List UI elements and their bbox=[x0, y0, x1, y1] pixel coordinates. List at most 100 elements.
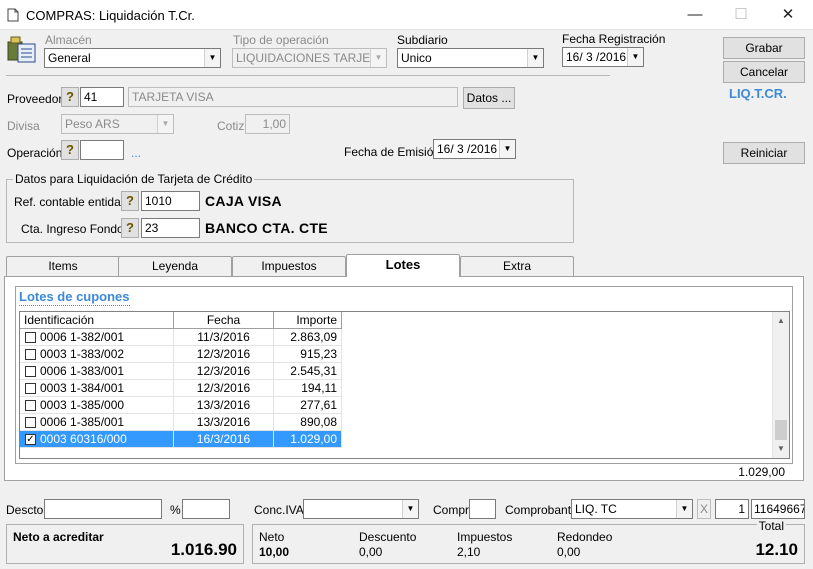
divisa-select[interactable]: Peso ARS ▼ bbox=[61, 114, 174, 134]
lotes-box: Lotes de cupones Identificación Fecha Im… bbox=[15, 286, 793, 464]
divisa-label: Divisa bbox=[7, 119, 40, 133]
cell-fecha: 12/3/2016 bbox=[174, 346, 274, 363]
cell-identificacion: 0006 1-382/001 bbox=[20, 329, 174, 346]
lotes-grid[interactable]: Identificación Fecha Importe 0006 1-382/… bbox=[19, 311, 790, 459]
proveedor-name-field: TARJETA VISA bbox=[128, 87, 458, 107]
operacion-input[interactable] bbox=[80, 140, 124, 160]
cotiz-input[interactable]: 1,00 bbox=[245, 114, 290, 134]
reiniciar-button[interactable]: Reiniciar bbox=[723, 142, 805, 164]
percent-input[interactable] bbox=[182, 499, 230, 519]
cell-fecha: 11/3/2016 bbox=[174, 329, 274, 346]
cell-fecha: 16/3/2016 bbox=[174, 431, 274, 448]
almacen-select[interactable]: General ▼ bbox=[44, 48, 221, 68]
descto-input[interactable] bbox=[44, 499, 162, 519]
row-checkbox[interactable] bbox=[25, 417, 36, 428]
tipo-operacion-value: LIQUIDACIONES TARJETA bbox=[236, 51, 385, 65]
fecha-emision-picker[interactable]: 16/ 3 /2016 ▼ bbox=[433, 139, 516, 159]
subdiario-select[interactable]: Unico ▼ bbox=[397, 48, 544, 68]
cta-ingreso-code-input[interactable]: 23 bbox=[141, 218, 200, 238]
lotes-vertical-scrollbar[interactable]: ▲ ▼ bbox=[772, 312, 789, 458]
total-value: 12.10 bbox=[755, 540, 798, 559]
cell-identificacion: ✓ 0003 60316/000 bbox=[20, 431, 174, 448]
ref-contable-code-input[interactable]: 1010 bbox=[141, 191, 200, 211]
grabar-button[interactable]: Grabar bbox=[723, 37, 805, 59]
punto-venta-input[interactable]: 1 bbox=[715, 499, 749, 519]
row-checkbox[interactable] bbox=[25, 349, 36, 360]
cell-importe: 915,23 bbox=[274, 346, 342, 363]
neto-acreditar-box: Neto a acreditar 1.016.90 bbox=[6, 524, 244, 564]
comprobante-letter[interactable]: X bbox=[697, 499, 711, 519]
row-checkbox[interactable]: ✓ bbox=[25, 434, 36, 445]
percent-label: % bbox=[170, 503, 181, 517]
total-label: Total bbox=[756, 519, 786, 533]
table-row[interactable]: ✓ 0003 60316/000 16/3/2016 1.029,00 bbox=[20, 431, 342, 448]
cancelar-button[interactable]: Cancelar bbox=[723, 61, 805, 83]
minimize-button[interactable]: — bbox=[680, 4, 710, 26]
chevron-down-icon: ▼ bbox=[499, 140, 515, 158]
divisa-value: Peso ARS bbox=[65, 117, 120, 131]
descuento-label: Descuento bbox=[359, 530, 417, 544]
table-row[interactable]: 0003 1-384/001 12/3/2016 194,11 bbox=[20, 380, 342, 397]
chevron-down-icon: ▼ bbox=[370, 49, 386, 67]
close-button[interactable]: ✕ bbox=[773, 4, 803, 26]
scroll-down-icon[interactable]: ▼ bbox=[773, 441, 789, 457]
neto-value: 10,00 bbox=[259, 545, 290, 559]
comprobante-select[interactable]: LIQ. TC ▼ bbox=[571, 499, 693, 519]
table-row[interactable]: 0006 1-382/001 11/3/2016 2.863,09 bbox=[20, 329, 342, 346]
row-checkbox[interactable] bbox=[25, 366, 36, 377]
tab-lotes[interactable]: Lotes bbox=[346, 254, 460, 277]
descuento-value: 0,00 bbox=[359, 545, 383, 559]
operacion-lookup-key-icon[interactable]: ? bbox=[61, 140, 79, 160]
comprobante-value: LIQ. TC bbox=[575, 502, 617, 516]
fecha-registracion-label: Fecha Registración bbox=[562, 32, 666, 46]
tab-leyenda[interactable]: Leyenda bbox=[118, 256, 232, 276]
scroll-up-icon[interactable]: ▲ bbox=[773, 313, 789, 329]
row-checkbox[interactable] bbox=[25, 383, 36, 394]
table-row[interactable]: 0006 1-385/001 13/3/2016 890,08 bbox=[20, 414, 342, 431]
compr-input[interactable] bbox=[469, 499, 496, 519]
ref-contable-lookup-key-icon[interactable]: ? bbox=[121, 191, 139, 211]
cell-fecha: 12/3/2016 bbox=[174, 380, 274, 397]
impuestos-label: Impuestos bbox=[457, 530, 513, 544]
neto-acreditar-label: Neto a acreditar bbox=[13, 530, 104, 544]
lotes-total: 1.029,00 bbox=[738, 465, 785, 479]
table-row[interactable]: 0006 1-383/001 12/3/2016 2.545,31 bbox=[20, 363, 342, 380]
column-header-importe[interactable]: Importe bbox=[274, 312, 342, 329]
almacen-value: General bbox=[48, 51, 91, 65]
compr-label: Compr. bbox=[433, 503, 472, 517]
comprobante-label: Comprobante bbox=[505, 503, 578, 517]
column-header-fecha[interactable]: Fecha bbox=[174, 312, 274, 329]
operacion-ellipsis[interactable]: ... bbox=[131, 146, 141, 160]
chevron-down-icon: ▼ bbox=[204, 49, 220, 67]
tab-items[interactable]: Items bbox=[6, 256, 120, 276]
column-header-identificacion[interactable]: Identificación bbox=[20, 312, 174, 329]
numero-comprobante-input[interactable]: 11649667 bbox=[751, 499, 805, 519]
tab-impuestos[interactable]: Impuestos bbox=[232, 256, 346, 276]
totals-box: Neto 10,00 Descuento 0,00 Impuestos 2,10… bbox=[252, 519, 805, 564]
maximize-button[interactable]: ☐ bbox=[726, 4, 756, 26]
tab-extra[interactable]: Extra bbox=[460, 256, 574, 276]
cell-fecha: 13/3/2016 bbox=[174, 414, 274, 431]
cell-importe: 277,61 bbox=[274, 397, 342, 414]
conc-iva-select[interactable]: ▼ bbox=[303, 499, 419, 519]
datos-button[interactable]: Datos ... bbox=[463, 87, 515, 109]
table-row[interactable]: 0003 1-385/000 13/3/2016 277,61 bbox=[20, 397, 342, 414]
scroll-thumb[interactable] bbox=[775, 420, 787, 440]
cta-ingreso-label: Cta. Ingreso Fondos bbox=[21, 222, 130, 236]
proveedor-lookup-key-icon[interactable]: ? bbox=[61, 87, 79, 107]
ref-contable-name: CAJA VISA bbox=[205, 193, 282, 209]
descto-label: Descto. bbox=[6, 503, 47, 517]
redondeo-label: Redondeo bbox=[557, 530, 613, 544]
table-row[interactable]: 0003 1-383/002 12/3/2016 915,23 bbox=[20, 346, 342, 363]
redondeo-value: 0,00 bbox=[557, 545, 581, 559]
neto-label: Neto bbox=[259, 530, 285, 544]
row-checkbox[interactable] bbox=[25, 332, 36, 343]
subdiario-label: Subdiario bbox=[397, 33, 448, 47]
proveedor-code-input[interactable]: 41 bbox=[80, 87, 124, 107]
proveedor-label: Proveedor bbox=[7, 92, 63, 106]
cotiz-label: Cotiz. bbox=[217, 119, 248, 133]
row-checkbox[interactable] bbox=[25, 400, 36, 411]
fecha-registracion-picker[interactable]: 16/ 3 /2016 ▼ bbox=[562, 47, 644, 67]
tipo-operacion-select[interactable]: LIQUIDACIONES TARJETA ▼ bbox=[232, 48, 387, 68]
cta-ingreso-lookup-key-icon[interactable]: ? bbox=[121, 218, 139, 238]
